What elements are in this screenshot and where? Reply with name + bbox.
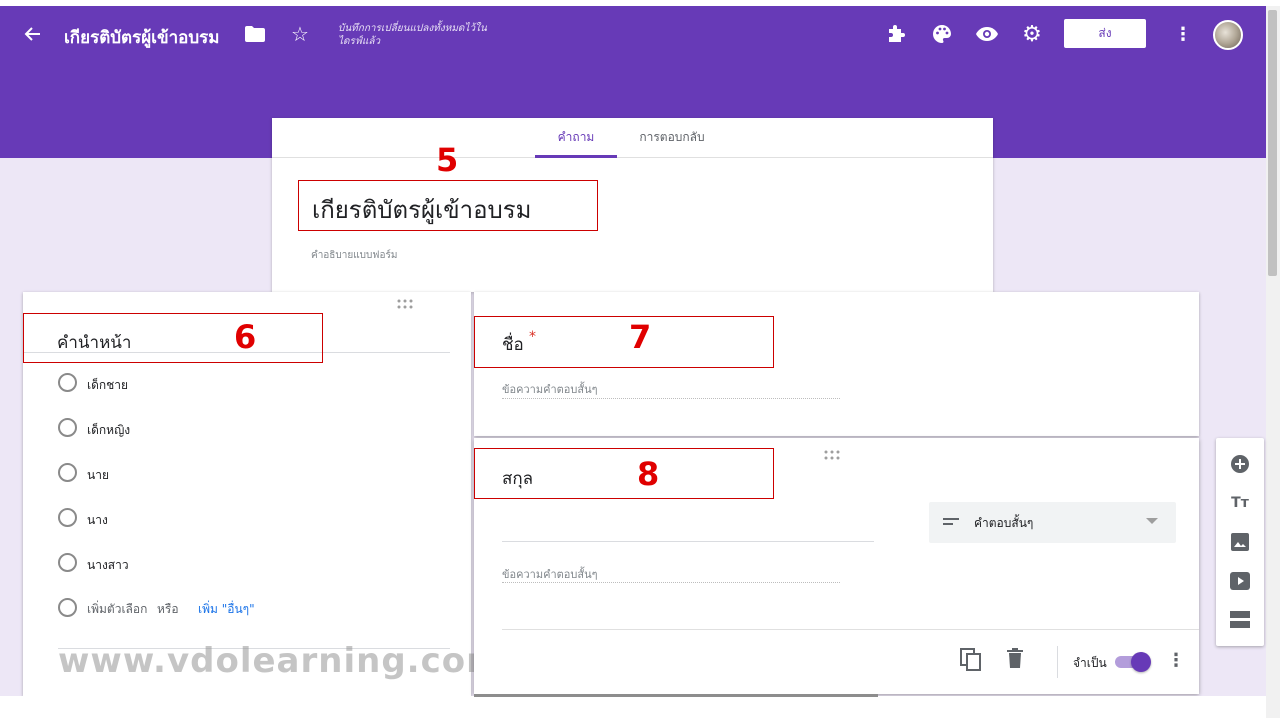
bottom-gap (0, 696, 1266, 720)
annotation-number-7: 7 (629, 318, 652, 356)
question-type-label: คำตอบสั้นๆ (974, 516, 1034, 530)
annotation-number-6: 6 (234, 318, 257, 356)
toggle-knob (1131, 652, 1151, 672)
annotation-box-7 (474, 316, 774, 368)
add-question-icon[interactable] (1228, 452, 1252, 476)
required-toggle[interactable] (1115, 652, 1153, 672)
document-title[interactable]: เกียรติบัตรผู้เข้าอบรม (64, 24, 219, 51)
add-other-link[interactable]: เพิ่ม "อื่นๆ" (198, 600, 255, 619)
annotation-box-5 (298, 180, 598, 231)
folder-icon[interactable] (244, 24, 266, 44)
eye-icon[interactable] (974, 22, 1000, 46)
add-option-input[interactable]: เพิ่มตัวเลือก (87, 600, 147, 619)
drag-handle-icon[interactable] (823, 445, 841, 460)
drag-handle-icon[interactable] (396, 294, 414, 309)
option-label[interactable]: นางสาว (87, 556, 129, 575)
palette-icon[interactable] (930, 22, 954, 46)
or-label: หรือ (157, 602, 179, 616)
chevron-down-icon (1146, 518, 1158, 524)
title-text-icon[interactable]: Tт (1228, 491, 1252, 515)
option-label[interactable]: เด็กชาย (87, 376, 128, 395)
annotation-number-5: 5 (436, 141, 459, 179)
tab-questions[interactable]: คำถาม (535, 128, 617, 158)
active-tab-indicator (535, 155, 617, 158)
send-button[interactable]: ส่ง (1064, 19, 1146, 48)
option-label[interactable]: นาย (87, 466, 109, 485)
option-label[interactable]: เด็กหญิง (87, 421, 130, 440)
required-label: จำเป็น (1073, 656, 1107, 670)
short-answer-placeholder: ข้อความคำตอบสั้นๆ (502, 568, 598, 581)
radio-icon[interactable] (58, 508, 77, 527)
radio-icon (58, 598, 77, 617)
tab-responses[interactable]: การตอบกลับ (622, 128, 722, 158)
annotation-box-8 (474, 448, 774, 499)
copy-icon[interactable] (960, 648, 984, 674)
save-status: บันทึกการเปลี่ยนแปลงทั้งหมดไว้ในไดรฟ์แล้… (338, 23, 487, 47)
puzzle-icon[interactable] (884, 22, 908, 46)
divider (1057, 646, 1058, 678)
scrollbar-thumb[interactable] (1268, 10, 1277, 276)
star-icon[interactable]: ☆ (288, 22, 312, 46)
annotation-box-6 (23, 313, 323, 363)
form-description-input[interactable]: คำอธิบายแบบฟอร์ม (311, 248, 397, 263)
short-answer-placeholder: ข้อความคำตอบสั้นๆ (502, 383, 598, 396)
section-icon[interactable] (1228, 608, 1252, 632)
short-answer-line (502, 582, 840, 583)
card-footer-divider (502, 629, 1199, 630)
annotation-number-8: 8 (637, 455, 660, 493)
short-text-icon (943, 514, 959, 528)
radio-icon[interactable] (58, 553, 77, 572)
more-vert-icon[interactable]: ⋮ (1167, 650, 1185, 672)
radio-icon[interactable] (58, 373, 77, 392)
watermark: www.vdolearning.com (58, 641, 503, 681)
video-icon[interactable] (1228, 569, 1252, 593)
gear-icon[interactable]: ⚙ (1020, 22, 1044, 47)
radio-icon[interactable] (58, 418, 77, 437)
more-vert-icon[interactable]: ⋮ (1172, 22, 1194, 46)
short-answer-line (502, 398, 840, 399)
trash-icon[interactable] (1007, 648, 1029, 672)
radio-icon[interactable] (58, 463, 77, 482)
back-arrow-icon[interactable] (20, 22, 44, 46)
question-type-select[interactable] (929, 502, 1176, 543)
option-label[interactable]: นาง (87, 511, 108, 530)
card-shadow (474, 694, 878, 697)
image-icon[interactable] (1228, 530, 1252, 554)
question-title-underline (502, 541, 874, 542)
avatar[interactable] (1213, 20, 1243, 50)
